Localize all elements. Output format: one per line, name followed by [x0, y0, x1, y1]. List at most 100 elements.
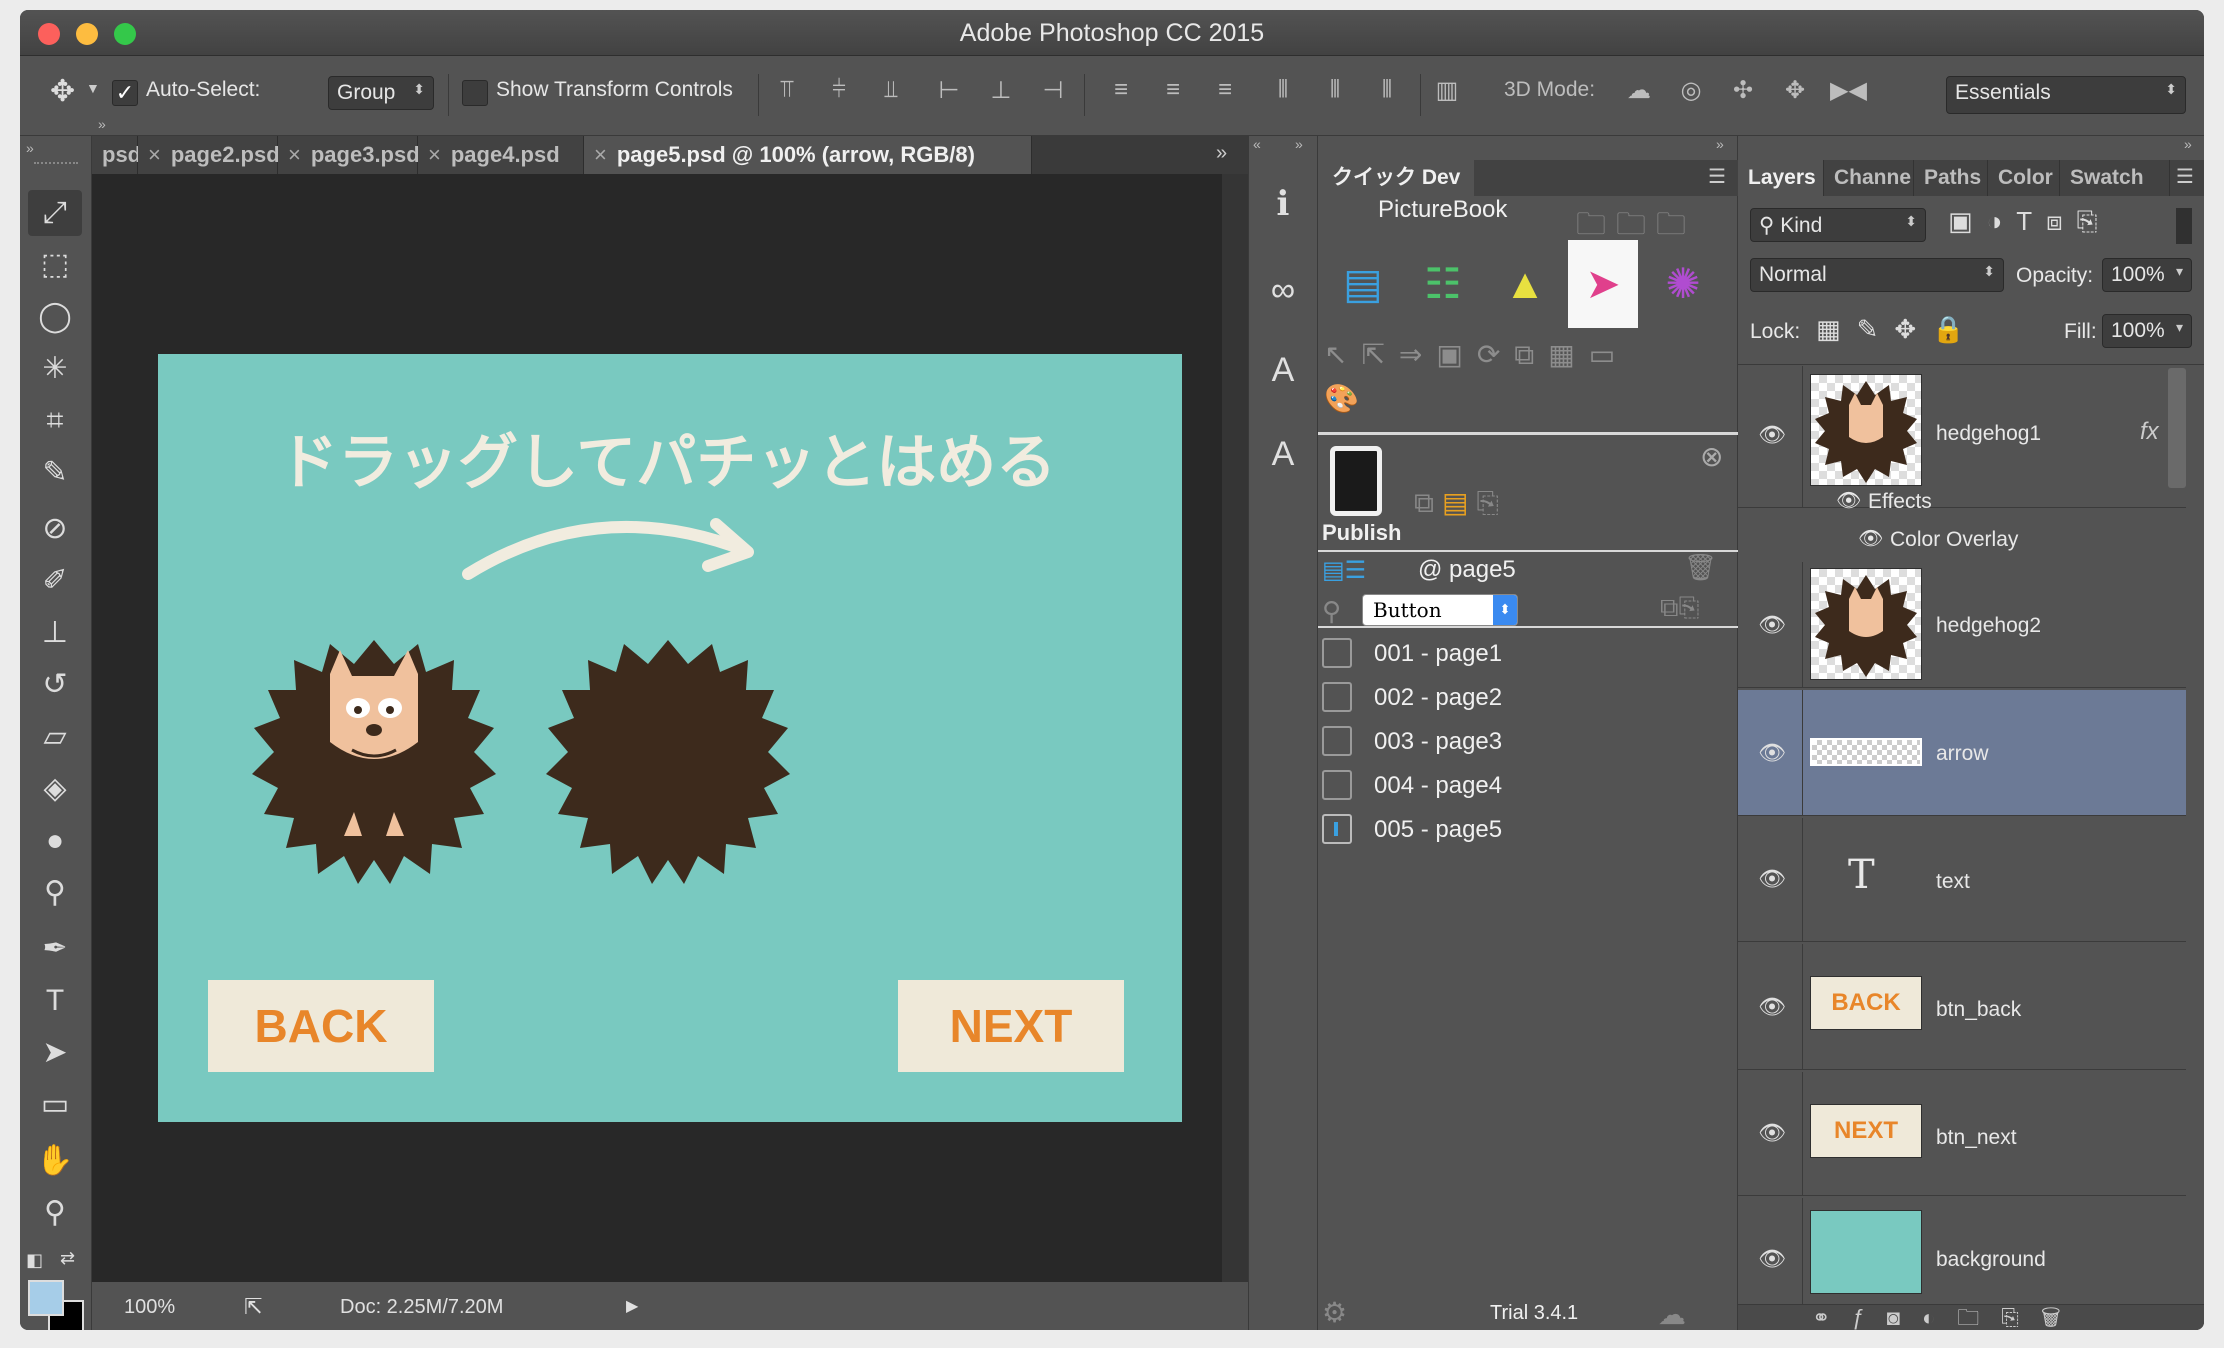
tab-color[interactable]: Color — [1988, 160, 2060, 196]
type-select[interactable]: Button ⬍ — [1362, 594, 1518, 626]
distribute-bottom-icon[interactable]: ≡ — [1208, 76, 1242, 112]
close-tab-icon[interactable]: × — [148, 142, 161, 167]
paint-bucket-tool-icon[interactable]: ◈ — [28, 766, 82, 812]
cloud-icon[interactable]: ☁ — [1658, 1298, 1686, 1330]
info-icon[interactable]: ℹ — [1259, 180, 1307, 228]
rectangle-tool-icon[interactable]: ▭ — [28, 1082, 82, 1128]
layer-name[interactable]: background — [1936, 1248, 2046, 1272]
filter-toggle[interactable] — [2176, 208, 2192, 244]
layer-row-selected[interactable]: 👁 arrow — [1738, 690, 2186, 816]
palette-icon[interactable]: 🎨 — [1318, 382, 1738, 430]
align-right-icon[interactable]: ⊣ — [1036, 76, 1070, 112]
creative-cloud-icon[interactable]: ∞ — [1259, 266, 1307, 314]
status-menu-icon[interactable]: ▶ — [626, 1296, 638, 1316]
layer-name[interactable]: hedgehog1 — [1936, 422, 2041, 446]
page-checkbox-current[interactable] — [1322, 814, 1352, 844]
type-tool-icon[interactable]: T — [28, 978, 82, 1024]
tab-layers[interactable]: Layers — [1738, 160, 1824, 196]
distribute-top-icon[interactable]: ≡ — [1104, 76, 1138, 112]
close-tab-icon[interactable]: × — [288, 142, 301, 167]
hand-tool-icon[interactable]: ✋ — [28, 1138, 82, 1184]
align-bottom-icon[interactable]: ⫫ — [874, 76, 908, 112]
tab-swatches[interactable]: Swatch — [2060, 160, 2170, 196]
default-colors-icon[interactable]: ◧ — [26, 1250, 43, 1271]
page-list-item[interactable]: 001 - page1 — [1318, 634, 1738, 674]
eyedropper-tool-icon[interactable]: ✎ — [28, 450, 82, 496]
rocket-icon[interactable]: ▲ — [1490, 240, 1560, 328]
panel-arrows-icon[interactable]: » — [98, 116, 106, 132]
page-list-item[interactable]: 003 - page3 — [1318, 722, 1738, 762]
3d-orbit-icon[interactable]: ☁ — [1622, 76, 1656, 112]
distribute-hcenter-icon[interactable]: ⫴ — [1318, 76, 1352, 112]
dodge-tool-icon[interactable]: ⚲ — [28, 870, 82, 916]
tab-document[interactable]: × page3.psd — [278, 136, 420, 174]
zoom-tool-icon[interactable]: ⚲ — [28, 1190, 82, 1236]
page-book-icon[interactable]: ▤ — [1328, 240, 1398, 328]
3d-slide-icon[interactable]: ✥ — [1778, 76, 1812, 112]
magic-wand-tool-icon[interactable]: ✳ — [28, 346, 82, 392]
page-checkbox[interactable] — [1322, 726, 1352, 756]
trash-icon[interactable]: 🗑 — [1684, 552, 1717, 583]
layer-row[interactable]: 👁 T text — [1738, 818, 2186, 942]
opacity-input[interactable]: 100% ▾ — [2102, 258, 2192, 292]
layer-actions-icons[interactable]: ⚭ƒ◙◐🗀⎘🗑 — [1812, 1301, 2083, 1330]
show-transform-checkbox[interactable] — [462, 80, 488, 106]
close-circle-icon[interactable]: ⊗ — [1700, 440, 1723, 473]
3d-pan-icon[interactable]: ✣ — [1726, 76, 1760, 112]
pen-tool-icon[interactable]: ✒ — [28, 926, 82, 972]
distribute-left-icon[interactable]: ⫴ — [1266, 76, 1300, 112]
swap-colors-icon[interactable]: ⇄ — [60, 1248, 75, 1269]
healing-brush-tool-icon[interactable]: ⊘ — [28, 506, 82, 552]
page-list-item[interactable]: 002 - page2 — [1318, 678, 1738, 718]
panel-menu-icon[interactable]: ☰ — [2176, 164, 2194, 189]
collapse-icon[interactable]: » — [2184, 136, 2192, 152]
workspace-dropdown[interactable]: Essentials ⬍ — [1946, 76, 2186, 114]
visibility-eye-icon[interactable]: 👁 — [1758, 1120, 1786, 1146]
layer-row[interactable]: 👁 NEXT btn_next — [1738, 1072, 2186, 1196]
back-button-art[interactable]: BACK — [208, 980, 434, 1072]
blur-tool-icon[interactable]: ● — [28, 818, 82, 864]
path-selection-tool-icon[interactable]: ➤ — [28, 1030, 82, 1076]
eraser-tool-icon[interactable]: ▱ — [28, 714, 82, 760]
visibility-eye-icon[interactable]: 👁 — [1836, 488, 1861, 513]
page-checkbox[interactable] — [1322, 638, 1352, 668]
lock-icons[interactable]: ▦✎✥🔒 — [1816, 314, 1981, 345]
publish-label[interactable]: Publish — [1322, 520, 1401, 546]
tab-document[interactable]: psd — [92, 136, 141, 174]
3d-roll-icon[interactable]: ◎ — [1674, 76, 1708, 112]
layer-row[interactable]: 👁 BACK btn_back — [1738, 944, 2186, 1070]
layer-name[interactable]: arrow — [1936, 742, 1989, 766]
move-tool-icon[interactable]: ⤢ — [28, 190, 82, 236]
auto-align-icon[interactable]: ▥ — [1430, 76, 1464, 112]
paragraph-icon[interactable]: A — [1259, 430, 1307, 478]
collapse-icon[interactable]: » — [26, 140, 34, 156]
settings-gear-icon[interactable]: ⚙ — [1322, 1296, 1347, 1329]
visibility-eye-icon[interactable]: 👁 — [1758, 866, 1786, 892]
zoom-level[interactable]: 100% — [124, 1296, 175, 1319]
page-checkbox[interactable] — [1322, 682, 1352, 712]
page-list-item-current[interactable]: 005 - page5 — [1318, 810, 1738, 850]
atom-icon[interactable]: ✺ — [1648, 240, 1718, 328]
auto-select-dropdown[interactable]: Group ⬍ — [328, 76, 434, 110]
panel-grip[interactable] — [34, 162, 78, 168]
search-icon[interactable]: ⚲ — [1322, 596, 1341, 627]
canvas-area[interactable]: ドラッグしてパチッとはめる BACK NEXT — [92, 174, 1222, 1282]
align-hcenter-icon[interactable]: ⊥ — [984, 76, 1018, 112]
tab-document[interactable]: × page4.psd — [418, 136, 584, 174]
brush-tool-icon[interactable]: ✐ — [28, 558, 82, 604]
panel-menu-icon[interactable]: ☰ — [1708, 164, 1726, 189]
filter-icons[interactable]: ▣◑T⧈⎘ — [1948, 206, 2112, 238]
layer-name[interactable]: text — [1936, 870, 1970, 894]
blend-mode-dropdown[interactable]: Normal ⬍ — [1750, 258, 2004, 292]
page-list-item[interactable]: 004 - page4 — [1318, 766, 1738, 806]
layers-scrollbar[interactable] — [2168, 368, 2186, 488]
expand-icon[interactable]: » — [1295, 136, 1303, 152]
tablet-device-icon[interactable] — [1330, 446, 1382, 516]
tab-channels[interactable]: Channe — [1824, 160, 1914, 196]
visibility-eye-icon[interactable]: 👁 — [1758, 612, 1786, 638]
character-icon[interactable]: A — [1259, 346, 1307, 394]
layer-row[interactable]: 👁 hedgehog2 — [1738, 562, 2186, 688]
visibility-eye-icon[interactable]: 👁 — [1758, 1246, 1786, 1272]
share-icon[interactable]: ⇱ — [244, 1294, 262, 1320]
crop-tool-icon[interactable]: ⌗ — [28, 398, 82, 444]
